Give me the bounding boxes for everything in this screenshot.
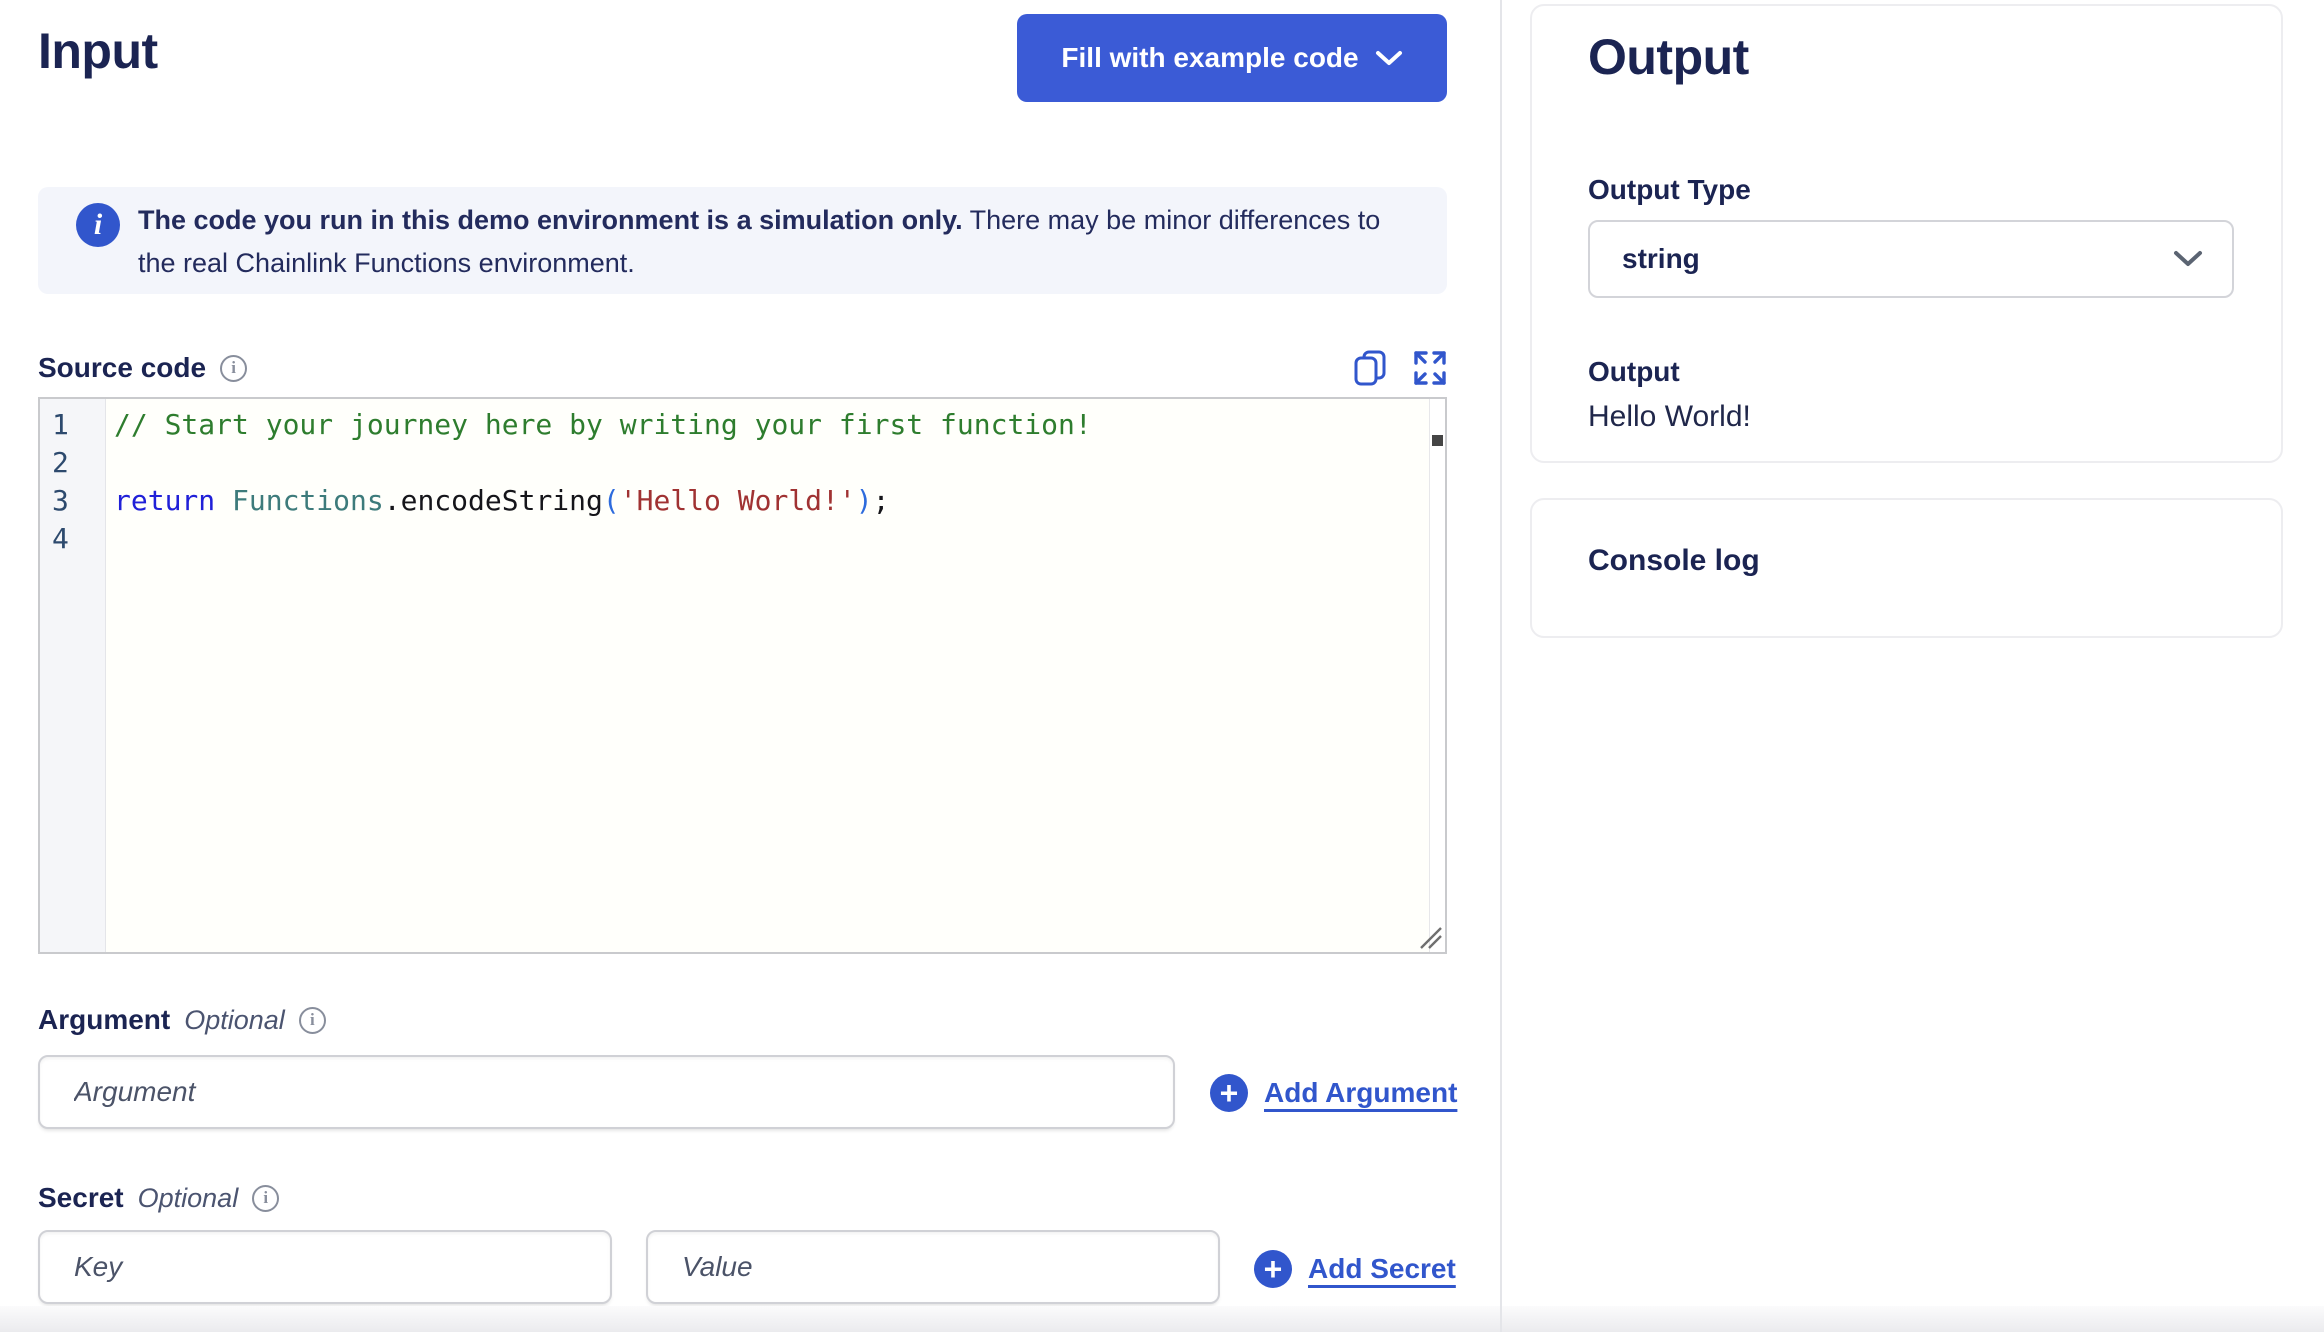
copy-icon (1353, 350, 1387, 390)
secret-header-row: Secret Optional i (38, 1182, 280, 1214)
output-result-label: Output (1588, 356, 1680, 387)
line-number-gutter: 1 2 3 4 (40, 399, 106, 952)
output-type-label: Output Type (1588, 174, 1751, 205)
simulation-info-banner: i The code you run in this demo environm… (38, 187, 1447, 294)
banner-text: The code you run in this demo environmen… (138, 199, 1408, 285)
secret-key-input[interactable] (38, 1230, 612, 1304)
source-code-info-icon[interactable]: i (220, 354, 248, 382)
column-divider (1500, 0, 1502, 1332)
argument-input[interactable] (38, 1055, 1175, 1129)
fill-button-label: Fill with example code (1061, 42, 1359, 73)
scrollbar-thumb[interactable] (1432, 435, 1443, 446)
output-card: Output Output Type string Output Hello W… (1530, 4, 2283, 463)
output-panel-title: Output (1588, 29, 1749, 85)
line-number: 4 (52, 522, 69, 555)
console-log-card: Console log (1530, 498, 2283, 638)
fill-with-example-code-button[interactable]: Fill with example code (1017, 14, 1447, 102)
chevron-down-icon (1375, 49, 1403, 67)
add-argument-link[interactable]: Add Argument (1264, 1077, 1457, 1109)
secret-info-icon[interactable]: i (252, 1184, 280, 1212)
line-number: 1 (52, 408, 69, 441)
resize-handle[interactable] (1417, 924, 1443, 950)
chevron-down-icon (2172, 249, 2204, 269)
plus-icon[interactable]: + (1254, 1250, 1292, 1288)
console-log-title: Console log (1588, 544, 1760, 577)
code-content[interactable]: // Start your journey here by writing yo… (106, 399, 1429, 952)
code-line: // Start your journey here by writing yo… (114, 408, 1092, 441)
source-code-header-row: Source code i (38, 348, 1447, 388)
secret-label: Secret (38, 1182, 124, 1213)
source-code-label: Source code (38, 352, 207, 383)
add-argument-row: + Add Argument (1210, 1074, 1457, 1112)
source-code-editor[interactable]: 1 2 3 4 // Start your journey here by writi… (38, 397, 1447, 954)
expand-icon (1413, 351, 1447, 389)
line-number: 3 (52, 484, 69, 517)
secret-optional-label: Optional (137, 1182, 239, 1213)
expand-code-button[interactable] (1413, 350, 1447, 386)
code-line: return Functions.encodeString('Hello Wor… (114, 484, 890, 517)
line-number: 2 (52, 446, 69, 479)
argument-optional-label: Optional (184, 1004, 285, 1035)
copy-code-button[interactable] (1353, 349, 1387, 387)
add-secret-link[interactable]: Add Secret (1308, 1253, 1456, 1285)
page-bottom-band (0, 1306, 2324, 1332)
banner-text-bold: The code you run in this demo environmen… (138, 205, 963, 235)
chainlink-functions-playground: Input Fill with example code i The code … (0, 0, 2324, 1332)
add-secret-row: + Add Secret (1254, 1250, 1456, 1288)
plus-icon[interactable]: + (1210, 1074, 1248, 1112)
output-type-value: string (1622, 243, 1700, 274)
editor-scrollbar[interactable] (1429, 399, 1445, 952)
argument-label: Argument (38, 1004, 171, 1035)
info-icon: i (76, 203, 120, 247)
output-type-select[interactable]: string (1588, 220, 2234, 298)
argument-info-icon[interactable]: i (298, 1006, 326, 1034)
input-panel-title: Input (38, 23, 158, 79)
argument-header-row: Argument Optional i (38, 1004, 326, 1036)
secret-value-input[interactable] (646, 1230, 1220, 1304)
output-result-value: Hello World! (1588, 400, 1751, 433)
